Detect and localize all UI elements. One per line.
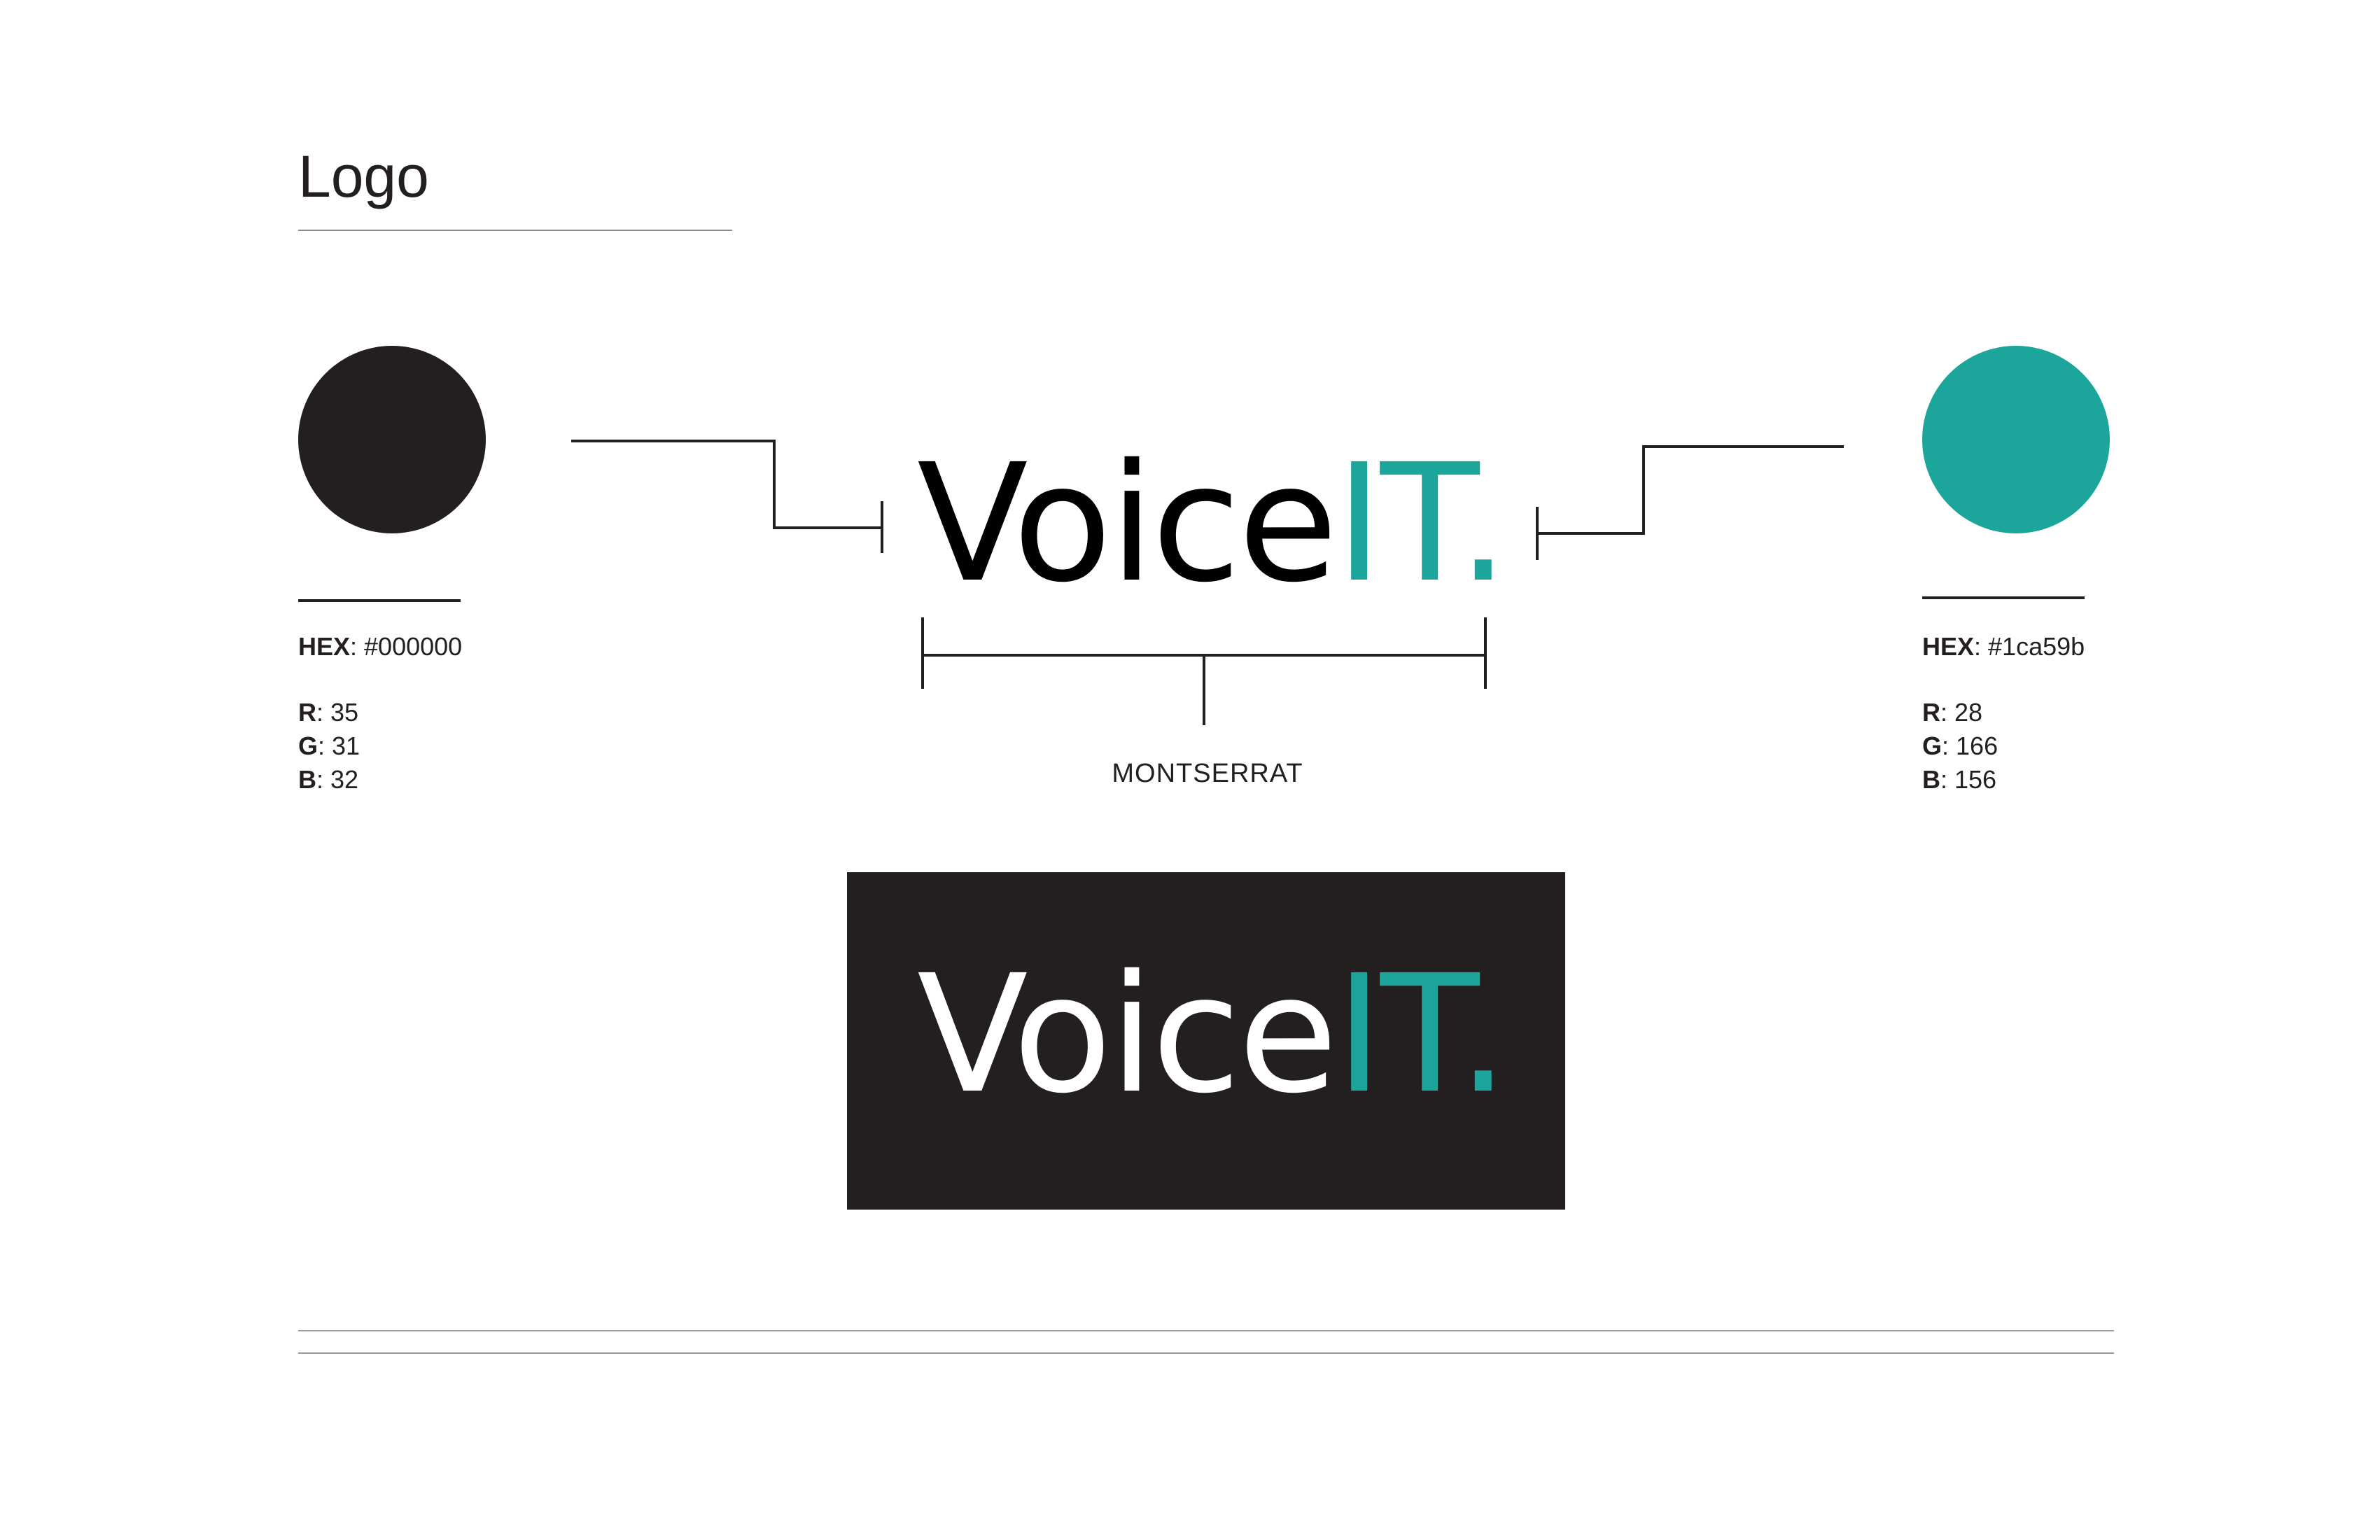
footer-divider-top xyxy=(298,1330,2114,1331)
logo-inverse-main: Voice xyxy=(917,940,1338,1129)
footer-divider-bottom xyxy=(298,1352,2114,1354)
dark-r-spec: R: 35 xyxy=(298,700,358,725)
logo-wordmark-inverse: VoiceIT. xyxy=(917,953,1509,1116)
dark-g-value: : 31 xyxy=(318,732,360,760)
dark-g-spec: G: 31 xyxy=(298,734,360,759)
teal-g-label: G xyxy=(1922,732,1942,760)
teal-hex-label: HEX xyxy=(1922,632,1975,661)
teal-hex-value: : #1ca59b xyxy=(1974,632,2085,661)
font-name-label: MONTSERRAT xyxy=(1112,759,1303,788)
logo-inverse-accent: IT. xyxy=(1335,940,1508,1129)
dark-r-value: : 35 xyxy=(316,698,359,727)
logo-wordmark: VoiceIT. xyxy=(917,442,1509,605)
dark-g-label: G xyxy=(298,732,318,760)
dark-hex-spec: HEX: #000000 xyxy=(298,634,462,659)
logo-wordmark-accent: IT. xyxy=(1335,429,1508,618)
logo-wordmark-main: Voice xyxy=(917,429,1338,618)
page-title: Logo xyxy=(298,144,429,209)
dark-b-spec: B: 32 xyxy=(298,767,358,792)
teal-hex-spec: HEX: #1ca59b xyxy=(1922,634,2085,659)
right-connector xyxy=(1537,445,1844,535)
teal-r-spec: R: 28 xyxy=(1922,700,1982,725)
teal-r-label: R xyxy=(1922,698,1940,727)
left-connector xyxy=(571,440,882,529)
teal-r-value: : 28 xyxy=(1940,698,1983,727)
color-swatch-teal xyxy=(1922,346,2110,533)
dark-b-label: B xyxy=(298,765,316,794)
color-swatch-dark xyxy=(298,346,486,533)
dark-r-label: R xyxy=(298,698,316,727)
swatch-divider-teal xyxy=(1922,596,2085,599)
dark-b-value: : 32 xyxy=(316,765,359,794)
teal-b-value: : 156 xyxy=(1940,765,1997,794)
teal-b-label: B xyxy=(1922,765,1940,794)
teal-g-value: : 166 xyxy=(1942,732,1998,760)
swatch-divider-dark xyxy=(298,599,461,602)
dark-hex-value: : #000000 xyxy=(350,632,463,661)
teal-g-spec: G: 166 xyxy=(1922,734,1998,759)
title-divider xyxy=(298,230,732,231)
teal-b-spec: B: 156 xyxy=(1922,767,1996,792)
dark-hex-label: HEX xyxy=(298,632,351,661)
